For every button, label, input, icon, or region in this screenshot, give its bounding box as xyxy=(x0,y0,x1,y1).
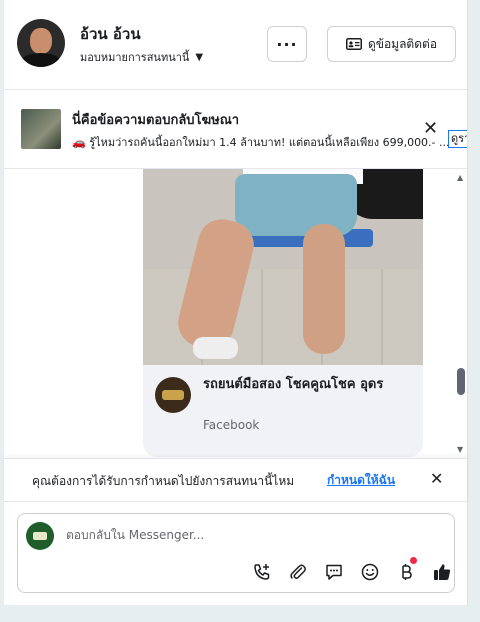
close-icon[interactable]: ✕ xyxy=(430,469,443,488)
saved-replies-icon[interactable] xyxy=(316,560,352,584)
assign-conversation-dropdown[interactable]: มอบหมายการสนทนานี้ ▼ xyxy=(80,48,203,66)
more-options-button[interactable]: ··· xyxy=(267,26,307,62)
call-icon[interactable] xyxy=(244,560,280,584)
shared-post-image[interactable] xyxy=(143,169,423,365)
view-contact-info-button[interactable]: ดูข้อมูลติดต่อ xyxy=(327,26,456,62)
scroll-down-icon[interactable]: ▼ xyxy=(457,445,463,454)
image-shorts xyxy=(235,174,357,236)
shared-page-name: รถยนต์มือสอง โชคคูณโชค อุดร xyxy=(203,377,384,392)
message-thread: รถยนต์มือสอง โชคคูณโชค อุดร Facebook xyxy=(4,169,467,457)
view-contact-info-label: ดูข้อมูลติดต่อ xyxy=(367,36,438,51)
scrollbar-thumb[interactable] xyxy=(457,368,465,395)
payment-icon[interactable] xyxy=(388,557,424,584)
conversation-header: อ้วน อ้วน มอบหมายการสนทนานี้ ▼ ··· ดูข้อ… xyxy=(4,0,467,90)
contact-card-icon xyxy=(345,38,362,50)
like-icon[interactable] xyxy=(424,560,460,584)
page-logo xyxy=(155,377,191,413)
avatar-shirt xyxy=(20,53,62,67)
emoji-icon[interactable] xyxy=(352,560,388,584)
reply-input[interactable] xyxy=(66,528,366,542)
message-composer xyxy=(17,513,455,593)
image-leg-right xyxy=(303,224,345,354)
ad-reply-banner: นี่คือข้อความตอบกลับโฆษณา 🚗 รู้ไหมว่ารถค… xyxy=(4,90,467,169)
contact-name[interactable]: อ้วน อ้วน xyxy=(80,22,141,46)
assign-suggestion-bar: คุณต้องการได้รับการกำหนดไปยังการสนทนานี้… xyxy=(4,458,467,502)
page-avatar xyxy=(26,522,54,550)
close-icon[interactable]: ✕ xyxy=(423,118,438,139)
ad-banner-subtitle: 🚗 รู้ไหมว่ารถคันนี้ออกใหม่มา 1.4 ล้านบาท… xyxy=(72,136,448,149)
ad-banner-title: นี่คือข้อความตอบกลับโฆษณา xyxy=(72,113,240,128)
notification-dot xyxy=(410,557,417,564)
assign-label: มอบหมายการสนทนานี้ xyxy=(80,51,190,64)
assign-to-me-link[interactable]: กำหนดให้ฉัน xyxy=(327,471,395,490)
view-ad-button[interactable]: ดูรา xyxy=(448,130,467,148)
attachment-icon[interactable] xyxy=(280,560,316,584)
assign-suggestion-text: คุณต้องการได้รับการกำหนดไปยังการสนทนานี้… xyxy=(32,474,295,488)
shared-post-card[interactable]: รถยนต์มือสอง โชคคูณโชค อุดร Facebook xyxy=(143,365,423,457)
shared-source: Facebook xyxy=(203,418,260,432)
conversation-panel: อ้วน อ้วน มอบหมายการสนทนานี้ ▼ ··· ดูข้อ… xyxy=(4,0,468,605)
contact-avatar[interactable] xyxy=(17,19,65,67)
scroll-up-icon[interactable]: ▲ xyxy=(457,173,463,182)
caret-down-icon: ▼ xyxy=(195,51,204,63)
ad-thumbnail[interactable] xyxy=(21,109,61,149)
image-shoe xyxy=(193,337,238,359)
avatar-face xyxy=(30,28,52,54)
thread-scrollbar[interactable]: ▲ ▼ xyxy=(455,169,467,457)
composer-toolbar xyxy=(244,557,460,584)
